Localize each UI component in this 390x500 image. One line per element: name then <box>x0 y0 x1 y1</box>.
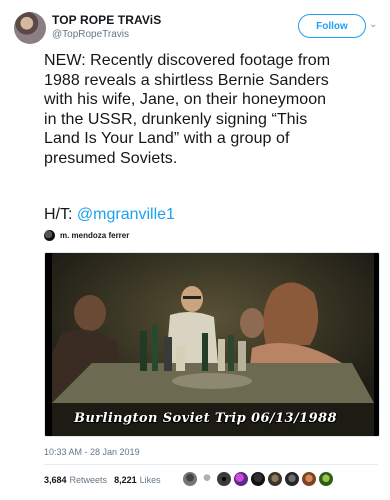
tweet-card: TOP ROPE TRAViS @TopRopeTravis Follow ⌄ … <box>0 0 390 500</box>
liker-avatar[interactable] <box>267 471 283 487</box>
liker-avatar[interactable] <box>233 471 249 487</box>
liker-avatar[interactable] <box>301 471 317 487</box>
video-caption: Burlington Soviet Trip 06/13/1988 <box>74 411 337 426</box>
author-handle[interactable]: @TopRopeTravis <box>52 29 129 40</box>
hat-tip-prefix: H/T: <box>44 206 77 223</box>
follow-button[interactable]: Follow <box>298 14 366 38</box>
retweets-count[interactable]: 3,684 <box>44 475 67 485</box>
mention-link[interactable]: @mgranville1 <box>77 206 175 223</box>
tweet-text-line: with his wife, Jane, on their honeymoon <box>44 91 327 108</box>
tweet-text-line: NEW: Recently discovered footage from <box>44 52 331 69</box>
attribution-avatar <box>44 229 55 241</box>
liker-avatar[interactable] <box>318 471 334 487</box>
likes-label[interactable]: Likes <box>140 475 161 485</box>
tweet-text-line: 1988 reveals a shirtless Bernie Sanders <box>44 71 329 89</box>
liker-avatar[interactable] <box>250 471 266 487</box>
video-frame[interactable]: Burlington Soviet Trip 06/13/1988 <box>52 253 374 436</box>
media-attribution[interactable]: m. mendoza ferrer <box>44 229 129 241</box>
tweet-stats: 3,684 Retweets 8,221 Likes <box>44 475 168 485</box>
attribution-name: m. mendoza ferrer <box>60 230 130 240</box>
liker-avatar[interactable] <box>182 471 198 487</box>
chevron-down-icon[interactable]: ⌄ <box>369 20 378 30</box>
retweets-label[interactable]: Retweets <box>70 475 108 485</box>
likes-count[interactable]: 8,221 <box>114 475 137 485</box>
tweet-text: NEW: Recently discovered footage from 19… <box>44 51 380 168</box>
hat-tip-line: H/T: @mgranville1 <box>44 206 175 224</box>
tweet-header: TOP ROPE TRAViS @TopRopeTravis Follow ⌄ <box>14 12 378 44</box>
author-avatar[interactable] <box>14 12 46 44</box>
liker-avatar[interactable] <box>284 471 300 487</box>
tweet-timestamp[interactable]: 10:33 AM - 28 Jan 2019 <box>44 447 140 457</box>
author-display-name[interactable]: TOP ROPE TRAViS <box>52 13 161 27</box>
liker-avatar[interactable] <box>199 471 215 487</box>
liker-avatar[interactable] <box>216 471 232 487</box>
divider <box>44 464 378 465</box>
likers-avatars <box>182 471 334 487</box>
video-player[interactable]: Burlington Soviet Trip 06/13/1988 <box>44 252 380 437</box>
tweet-text-line: presumed Soviets. <box>44 149 178 167</box>
tweet-text-line: Land Is Your Land” with a group of <box>44 130 290 147</box>
tweet-text-line: in the USSR, drunkenly signing “This <box>44 110 308 128</box>
video-still <box>52 253 374 436</box>
